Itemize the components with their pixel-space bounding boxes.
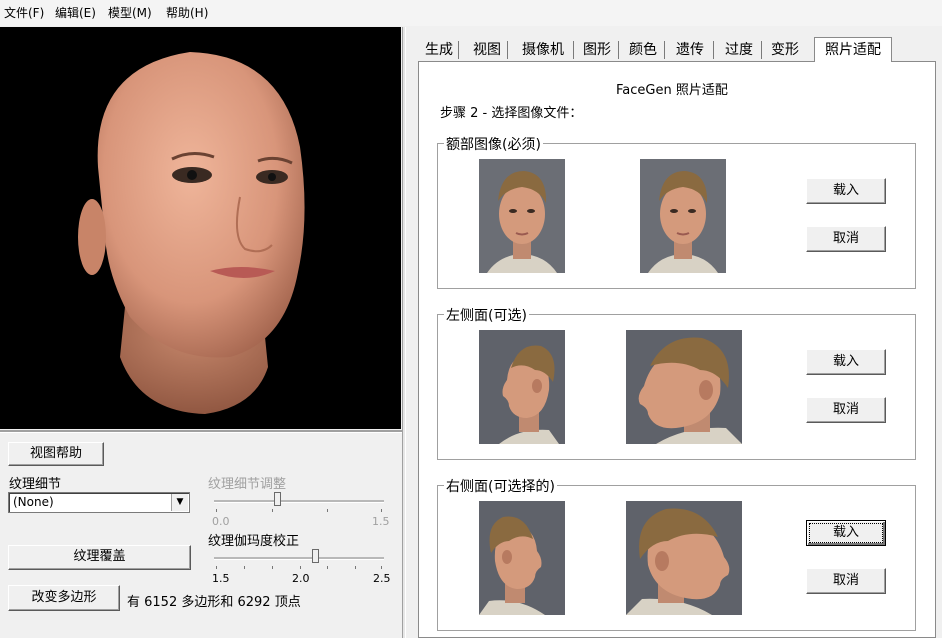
- menu-model[interactable]: 模型(M): [108, 5, 152, 21]
- texture-detail-label: 纹理细节: [9, 477, 62, 492]
- tab-view[interactable]: 视图: [470, 39, 504, 61]
- left-profile-load-button[interactable]: 载入: [806, 349, 886, 375]
- gamma-correction-label: 纹理伽玛度校正: [208, 534, 300, 549]
- tab-camera[interactable]: 摄像机: [518, 39, 568, 61]
- texture-overlay-button[interactable]: 纹理覆盖: [8, 545, 191, 570]
- texture-detail-select[interactable]: (None) ▼: [8, 492, 190, 513]
- texture-detail-max-tick: 1.5: [372, 515, 390, 528]
- menu-bar: 文件(F) 编辑(E) 模型(M) 帮助(H): [0, 0, 942, 26]
- frontal-group-title: 额部图像(必须): [444, 134, 543, 154]
- texture-detail-value: (None): [13, 495, 54, 509]
- polygon-count-info: 有 6152 多边形和 6292 顶点: [127, 595, 301, 610]
- head-model-render: [78, 52, 305, 414]
- gamma-correction-slider[interactable]: [214, 549, 384, 571]
- right-profile-cancel-button[interactable]: 取消: [806, 568, 886, 594]
- texture-detail-adjust-label: 纹理细节调整: [208, 477, 287, 492]
- tab-shape[interactable]: 图形: [580, 39, 614, 61]
- menu-file[interactable]: 文件(F): [4, 5, 44, 21]
- splitter-vertical[interactable]: [402, 27, 406, 638]
- menu-help[interactable]: 帮助(H): [166, 5, 208, 21]
- left-profile-group-title: 左侧面(可选): [444, 305, 529, 325]
- right-profile-load-button[interactable]: 载入: [806, 520, 886, 546]
- menu-edit[interactable]: 编辑(E): [55, 5, 96, 21]
- tab-morph[interactable]: 变形: [768, 39, 802, 61]
- frontal-cancel-button[interactable]: 取消: [806, 226, 886, 252]
- panel-title: FaceGen 照片适配: [616, 83, 728, 98]
- change-polygons-button[interactable]: 改变多边形: [8, 585, 120, 611]
- texture-detail-slider-thumb[interactable]: [274, 492, 281, 506]
- tab-color[interactable]: 颜色: [626, 39, 660, 61]
- 3d-viewport[interactable]: [0, 27, 401, 429]
- chevron-down-icon[interactable]: ▼: [171, 494, 188, 511]
- frontal-load-button[interactable]: 载入: [806, 178, 886, 204]
- right-profile-group-title: 右侧面(可选择的): [444, 476, 557, 496]
- gamma-max-tick: 2.5: [373, 572, 391, 585]
- texture-detail-slider[interactable]: [214, 492, 384, 514]
- right-profile-aligned-photo: [626, 501, 742, 615]
- frontal-aligned-photo: [640, 159, 726, 273]
- frontal-source-photo: [479, 159, 565, 273]
- gamma-mid-tick: 2.0: [292, 572, 310, 585]
- texture-detail-min-tick: 0.0: [212, 515, 230, 528]
- step-instruction: 步骤 2 - 选择图像文件：: [440, 106, 583, 121]
- splitter-horizontal: [0, 430, 402, 433]
- tab-photofit[interactable]: 照片适配: [814, 37, 892, 62]
- view-help-button[interactable]: 视图帮助: [8, 442, 104, 466]
- tab-genetics[interactable]: 遗传: [673, 39, 707, 61]
- gamma-min-tick: 1.5: [212, 572, 230, 585]
- left-profile-cancel-button[interactable]: 取消: [806, 397, 886, 423]
- left-profile-aligned-photo: [626, 330, 742, 444]
- left-profile-source-photo: [479, 330, 565, 444]
- gamma-slider-thumb[interactable]: [312, 549, 319, 563]
- tab-transition[interactable]: 过度: [722, 39, 756, 61]
- tab-generate[interactable]: 生成: [422, 39, 456, 61]
- right-profile-source-photo: [479, 501, 565, 615]
